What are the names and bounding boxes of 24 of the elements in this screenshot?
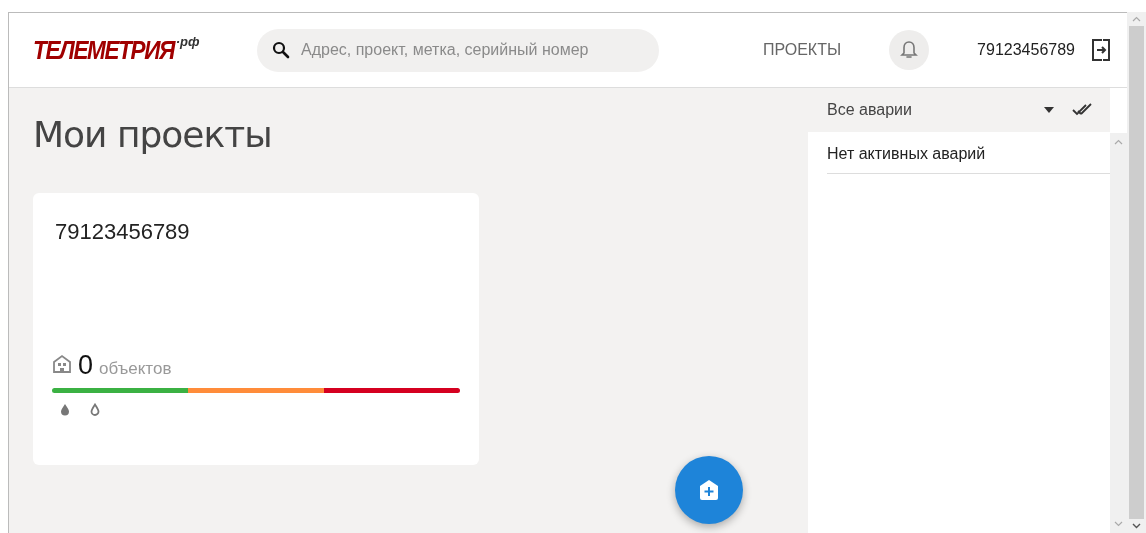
search-icon — [272, 40, 290, 59]
scroll-up-icon[interactable] — [1114, 139, 1123, 145]
bell-icon — [900, 40, 919, 60]
object-count: 0 — [78, 350, 94, 381]
page-title: Мои проекты — [33, 114, 273, 155]
house-plus-icon — [698, 479, 720, 501]
logo-suffix: ·рф — [175, 33, 200, 49]
double-check-icon[interactable] — [1072, 103, 1094, 117]
projects-link[interactable]: ПРОЕКТЫ — [756, 37, 848, 63]
drop-icon — [60, 403, 70, 416]
scrollbar-thumb[interactable] — [1129, 26, 1144, 519]
scroll-up-icon[interactable] — [1132, 16, 1141, 22]
logout-icon[interactable] — [1091, 39, 1111, 61]
drop-outline-icon — [90, 403, 100, 416]
search-field[interactable]: Адрес, проект, метка, серийный номер — [257, 28, 659, 72]
object-count-label: объектов — [99, 359, 172, 379]
building-icon — [52, 354, 72, 374]
add-object-button[interactable] — [675, 456, 743, 524]
logo-text: ТЕЛЕМЕТРИЯ — [33, 35, 175, 65]
caret-icon[interactable] — [1044, 107, 1054, 113]
project-name: 79123456789 — [55, 219, 191, 245]
notifications-button[interactable] — [889, 30, 930, 70]
project-card[interactable]: 79123456789 0 объектов — [33, 193, 479, 465]
user-name: 79123456789 — [977, 41, 1075, 59]
